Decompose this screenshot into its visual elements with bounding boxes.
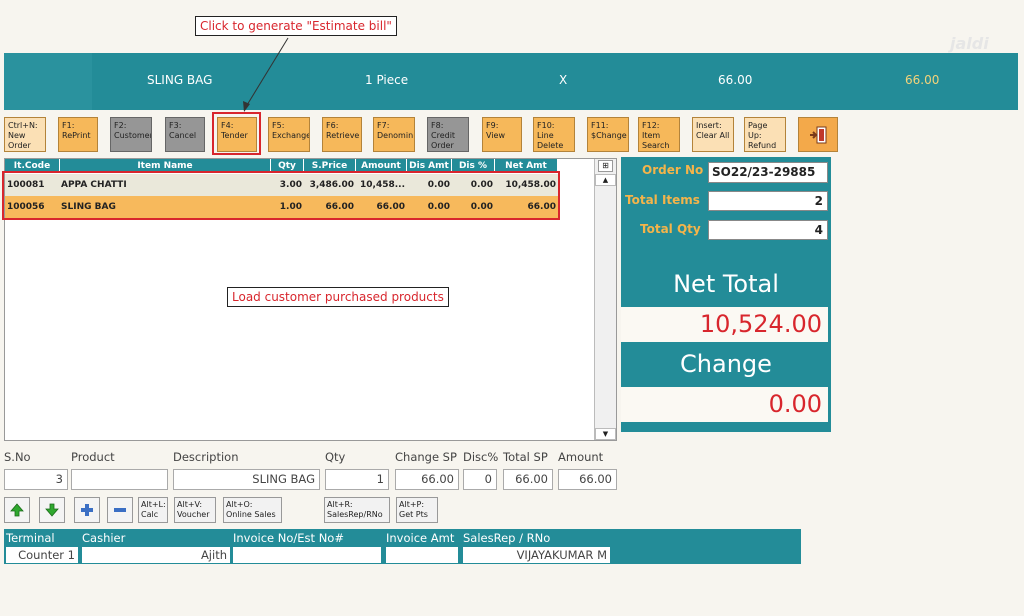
change-sp-label: Change SP [395, 450, 457, 464]
amount-field[interactable]: 66.00 [558, 469, 617, 490]
terminal-value: Counter 1 [6, 547, 78, 563]
change-sp-input[interactable]: 66.00 [395, 469, 459, 490]
move-down-button[interactable] [39, 497, 65, 523]
calc-button[interactable]: Alt+L: Calc [138, 497, 168, 523]
cashier-label: Cashier [82, 531, 126, 545]
disc-input[interactable]: 0 [463, 469, 497, 490]
invoice-no-label: Invoice No/Est No# [233, 531, 344, 545]
scroll-down-icon[interactable]: ▼ [595, 428, 616, 440]
annotation-load-products: Load customer purchased products [227, 287, 449, 307]
invoice-amt-value [386, 547, 458, 563]
product-label: Product [71, 450, 115, 464]
amount-label: Amount [558, 450, 604, 464]
status-footer: Terminal Cashier Invoice No/Est No# Invo… [4, 529, 801, 564]
invoice-no-value [233, 547, 381, 563]
qty-input[interactable]: 1 [325, 469, 389, 490]
total-qty-value: 4 [708, 220, 828, 240]
disc-label: Disc% [463, 450, 499, 464]
product-input[interactable] [71, 469, 168, 490]
plus-icon [81, 504, 93, 516]
highlight-purchased-rows [2, 171, 560, 220]
change-value: 0.00 [621, 387, 828, 422]
column-chooser-icon[interactable]: ⊞ [598, 160, 613, 172]
add-qty-button[interactable] [74, 497, 100, 523]
arrow-up-icon [10, 503, 24, 517]
reduce-qty-button[interactable] [107, 497, 133, 523]
change-label: Change [680, 350, 772, 378]
invoice-amt-label: Invoice Amt [386, 531, 455, 545]
salesrep-button[interactable]: Alt+R: SalesRep/RNo [324, 497, 390, 523]
total-sp-field[interactable]: 66.00 [503, 469, 553, 490]
order-no-label: Order No [642, 163, 704, 177]
scroll-up-icon[interactable]: ▲ [595, 174, 616, 186]
sno-field[interactable]: 3 [4, 469, 68, 490]
description-label: Description [173, 450, 239, 464]
qty-label: Qty [325, 450, 346, 464]
voucher-button[interactable]: Alt+V: Voucher [174, 497, 216, 523]
salesrep-label: SalesRep / RNo [463, 531, 551, 545]
minus-icon [114, 508, 126, 512]
total-items-label: Total Items [625, 193, 700, 207]
grid-scrollbar[interactable]: ⊞ ▲ ▼ [594, 159, 616, 440]
description-field[interactable]: SLING BAG [173, 469, 320, 490]
total-sp-label: Total SP [503, 450, 548, 464]
order-no-value: SO22/23-29885 [708, 162, 828, 183]
get-points-button[interactable]: Alt+P: Get Pts [396, 497, 438, 523]
terminal-label: Terminal [6, 531, 55, 545]
salesrep-value: VIJAYAKUMAR M [463, 547, 610, 563]
arrow-down-icon [45, 503, 59, 517]
total-items-value: 2 [708, 191, 828, 211]
total-qty-label: Total Qty [640, 222, 701, 236]
order-summary-panel: Order No SO22/23-29885 Total Items 2 Tot… [621, 157, 831, 432]
online-sales-button[interactable]: Alt+O: Online Sales [223, 497, 282, 523]
cashier-value: Ajith [82, 547, 230, 563]
net-total-label: Net Total [673, 270, 779, 298]
net-total-value: 10,524.00 [621, 307, 828, 342]
move-up-button[interactable] [4, 497, 30, 523]
sno-label: S.No [4, 450, 31, 464]
